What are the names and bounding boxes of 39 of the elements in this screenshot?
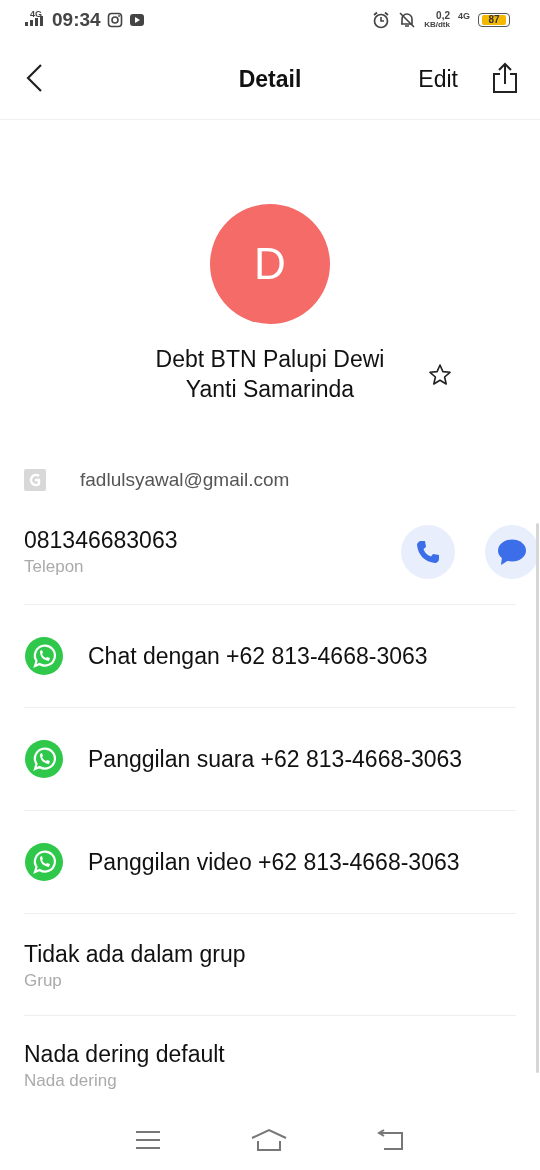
ringtone-value: Nada dering default <box>24 1040 225 1068</box>
menu-button[interactable] <box>134 1128 163 1151</box>
alarm-icon <box>372 11 391 29</box>
data-network-type: 4G <box>458 11 470 21</box>
network-type: 4G <box>30 9 42 19</box>
share-icon <box>492 61 518 94</box>
group-label: Grup <box>24 969 63 992</box>
back-nav-button[interactable] <box>375 1128 406 1151</box>
phone-label: Telepon <box>24 555 85 578</box>
muted-bell-icon <box>398 11 417 29</box>
back-icon <box>24 62 44 93</box>
group-value: Tidak ada dalam grup <box>24 939 246 968</box>
contact-name: Debt BTN Palupi Dewi Yanti Samarinda <box>154 345 386 404</box>
star-icon <box>428 363 452 387</box>
return-icon <box>375 1128 406 1151</box>
whatsapp-icon <box>24 842 64 882</box>
edit-button[interactable]: Edit <box>418 66 458 93</box>
menu-icon <box>134 1128 163 1151</box>
whatsapp-action-item[interactable]: Panggilan suara +62 813-4668-3063 <box>24 708 516 811</box>
page-title: Detail <box>238 66 302 92</box>
home-icon <box>251 1127 287 1152</box>
whatsapp-icon <box>24 739 64 779</box>
whatsapp-action-item[interactable]: Panggilan video +62 813-4668-3063 <box>24 811 516 914</box>
phone-number: 081346683063 <box>24 525 178 554</box>
battery-icon: 87 <box>478 13 510 27</box>
account-email: fadlulsyawal@gmail.com <box>80 469 290 491</box>
chat-bubble-icon <box>497 537 527 566</box>
network-speed: 0,2 KB/dtk <box>424 11 450 29</box>
message-button[interactable] <box>485 524 539 579</box>
clock-time: 09:34 <box>52 9 101 31</box>
home-button[interactable] <box>251 1127 287 1152</box>
contact-avatar: D <box>210 204 330 324</box>
phone-icon <box>415 538 441 565</box>
whatsapp-action-item[interactable]: Chat dengan +62 813-4668-3063 <box>24 605 516 708</box>
whatsapp-icon <box>24 636 64 676</box>
ringtone-label: Nada dering <box>24 1070 118 1092</box>
camera-icon <box>106 12 123 28</box>
play-icon <box>128 12 145 28</box>
call-button[interactable] <box>401 524 455 579</box>
